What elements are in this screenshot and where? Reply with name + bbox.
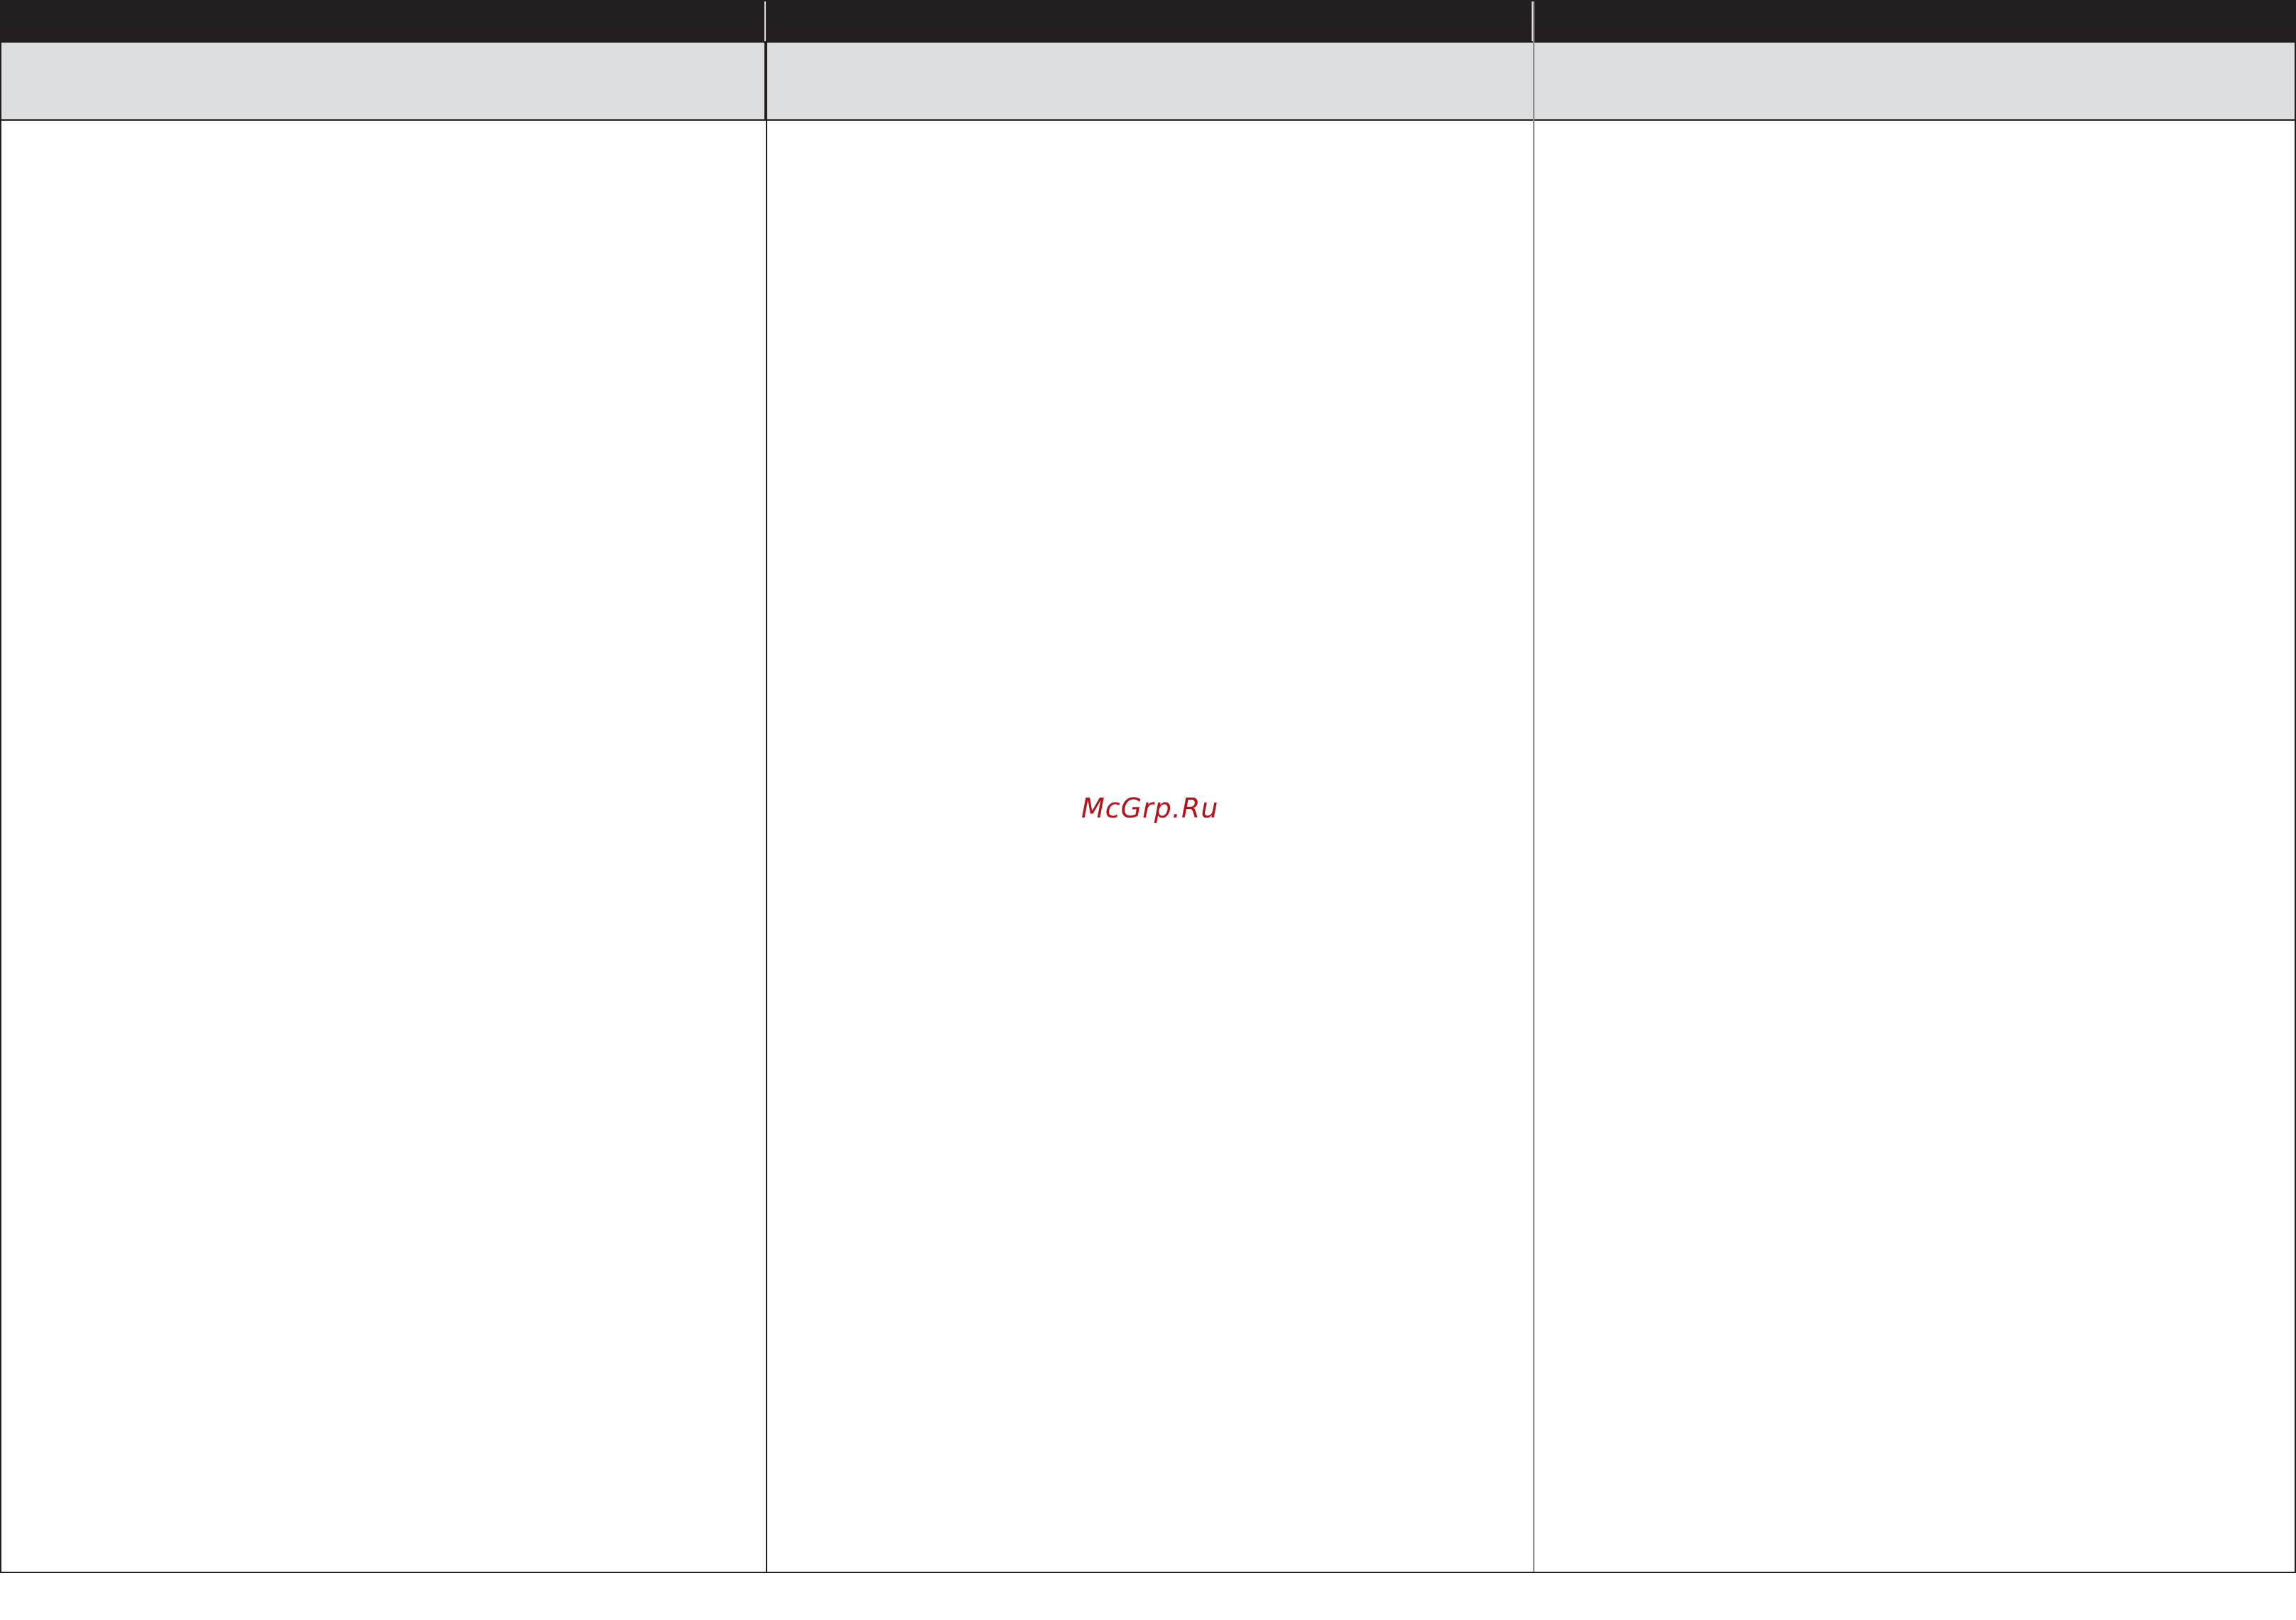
table-column-3 bbox=[1534, 1, 2295, 1572]
column-1-subheader bbox=[1, 41, 766, 121]
table-column-1 bbox=[1, 1, 767, 1572]
column-3-subheader bbox=[1534, 41, 2295, 121]
column-3-header-bar bbox=[1534, 1, 2295, 41]
manual-table bbox=[0, 0, 2296, 1573]
watermark-text: McGrp.Ru bbox=[1081, 793, 1219, 824]
column-2-header-bar bbox=[767, 1, 1533, 41]
column-1-header-bar bbox=[1, 1, 766, 41]
table-column-2 bbox=[767, 1, 1534, 1572]
column-2-subheader bbox=[767, 41, 1533, 121]
